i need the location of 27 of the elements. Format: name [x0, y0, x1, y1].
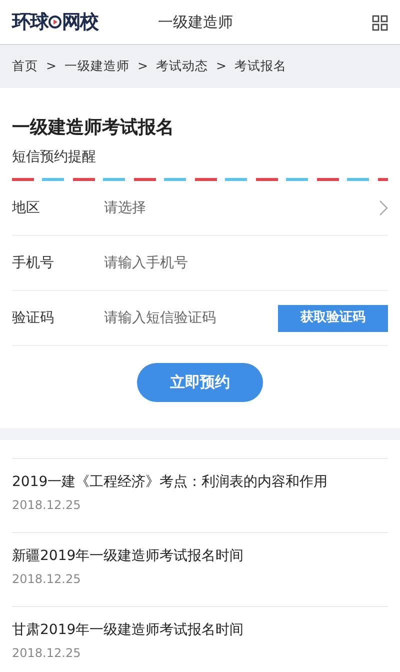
news-title[interactable]: 甘肃2019年一级建造师考试报名时间 — [12, 621, 388, 640]
news-title[interactable]: 2019一建《工程经济》考点：利润表的内容和作用 — [12, 473, 388, 492]
breadcrumb-link[interactable]: 考试报名 — [234, 57, 286, 76]
input-field[interactable]: 请输入手机号 — [104, 252, 388, 274]
logo-text: 环球 — [12, 10, 48, 35]
breadcrumb-link[interactable]: 考试动态 — [156, 57, 208, 76]
breadcrumb-separator: > — [216, 57, 226, 76]
input-field[interactable]: 请输入短信验证码 — [104, 308, 278, 328]
logo-text: 网校 — [62, 10, 98, 35]
form-subtitle: 短信预约提醒 — [12, 148, 97, 167]
field-label: 手机号 — [12, 254, 55, 272]
select-field[interactable]: 请选择 — [104, 198, 379, 218]
grid-menu-icon[interactable] — [372, 14, 388, 31]
header-title: 一级建造师 — [158, 12, 233, 33]
field-label: 地区 — [12, 198, 41, 218]
breadcrumb-separator: > — [137, 57, 148, 76]
news-title[interactable]: 新疆2019年一级建造师考试报名时间 — [12, 547, 388, 566]
field-label: 验证码 — [12, 308, 55, 328]
news-date: 2018.12.25 — [12, 573, 82, 586]
news-date: 2018.12.25 — [12, 647, 82, 660]
breadcrumb-separator: > — [46, 57, 56, 76]
breadcrumb-link[interactable]: 首页 — [12, 57, 38, 76]
chevron-right-icon — [379, 200, 388, 216]
breadcrumb-link[interactable]: 一级建造师 — [64, 57, 130, 76]
news-date: 2018.12.25 — [12, 499, 82, 512]
form-title: 一级建造师考试报名 — [12, 116, 175, 140]
play-circle-icon — [48, 15, 62, 29]
